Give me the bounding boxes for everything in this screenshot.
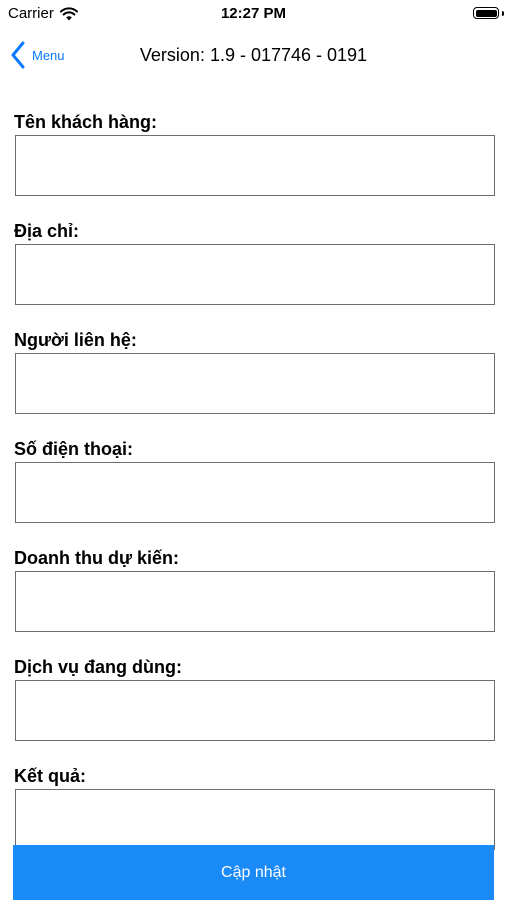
field-label: Doanh thu dự kiến:: [14, 548, 180, 568]
navigation-bar: Menu Version: 1.9 - 017746 - 0191: [0, 28, 507, 84]
status-time: 12:27 PM: [220, 5, 287, 22]
field-label: Địa chỉ:: [14, 221, 80, 241]
current-service-input[interactable]: [15, 680, 495, 741]
field-phone: Số điện thoại:: [14, 438, 495, 523]
app-screen: Carrier 12:27 PM Menu Version: 1.9 - 017…: [0, 0, 507, 900]
address-input[interactable]: [15, 244, 495, 305]
field-label: Số điện thoại:: [14, 439, 133, 459]
result-input[interactable]: [15, 789, 495, 850]
field-expected-revenue: Doanh thu dự kiến:: [14, 547, 495, 632]
field-result: Kết quả:: [14, 765, 495, 850]
phone-input[interactable]: [15, 462, 495, 523]
field-label: Người liên hệ:: [14, 330, 137, 350]
field-address: Địa chỉ:: [14, 220, 495, 305]
battery-icon: [473, 7, 499, 19]
field-label: Dịch vụ đang dùng:: [14, 657, 182, 677]
update-button[interactable]: Cập nhật: [13, 845, 494, 900]
status-bar: Carrier 12:27 PM: [0, 0, 507, 28]
field-label: Tên khách hàng:: [14, 112, 158, 132]
version-title: Version: 1.9 - 017746 - 0191: [139, 45, 368, 65]
battery-fill: [475, 9, 497, 17]
field-label: Kết quả:: [14, 766, 86, 786]
customer-name-input[interactable]: [15, 135, 495, 196]
field-current-service: Dịch vụ đang dùng:: [14, 656, 495, 741]
field-customer-name: Tên khách hàng:: [14, 111, 495, 196]
contact-person-input[interactable]: [15, 353, 495, 414]
field-contact-person: Người liên hệ:: [14, 329, 495, 414]
expected-revenue-input[interactable]: [15, 571, 495, 632]
